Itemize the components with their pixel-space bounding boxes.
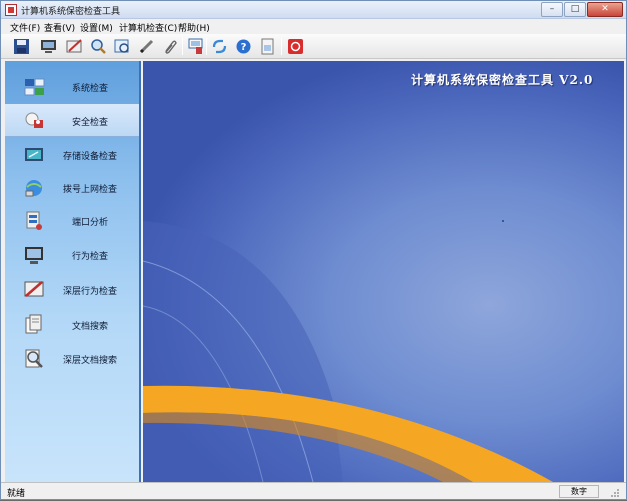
sidebar-item-label: 系统检查 <box>71 84 108 94</box>
title-bar: 计算机系统保密检查工具 – □ ✕ <box>1 1 626 19</box>
edit-icon[interactable] <box>65 37 84 56</box>
sidebar-item-label: 拨号上网检查 <box>62 185 117 195</box>
sidebar-item-label: 深层行为检查 <box>62 287 117 297</box>
toolbar-separator <box>206 38 207 55</box>
menu-file[interactable]: 文件(F) <box>10 21 40 34</box>
menu-help[interactable]: 帮助(H) <box>178 21 210 34</box>
document-icon[interactable] <box>258 37 277 56</box>
svg-text:?: ? <box>241 42 247 53</box>
deep-document-search-icon <box>23 348 45 370</box>
menu-view[interactable]: 查看(V) <box>44 21 75 34</box>
deep-behavior-icon <box>23 279 45 301</box>
sidebar-item-storage-check[interactable]: 存储设备检查 <box>5 138 139 171</box>
app-icon <box>5 4 17 16</box>
sidebar-item-behavior-check[interactable]: 行为检查 <box>5 238 139 271</box>
sidebar-item-label: 端口分析 <box>71 218 108 228</box>
menu-computer-check[interactable]: 计算机检查(C) <box>119 21 177 34</box>
close-button[interactable]: ✕ <box>587 2 623 17</box>
sidebar-item-label: 安全检查 <box>71 118 108 128</box>
banner-artwork <box>143 220 553 482</box>
main-banner-panel: 计算机系统保密检查工具 V2.0 <box>143 61 624 482</box>
storage-device-icon <box>23 144 45 166</box>
menu-bar: 文件(F) 查看(V) 设置(M) 计算机检查(C) 帮助(H) <box>1 19 626 34</box>
sidebar-item-deep-behavior-check[interactable]: 深层行为检查 <box>5 273 139 306</box>
status-bar: 就绪 数字 <box>1 482 626 499</box>
sidebar-item-label: 行为检查 <box>71 252 108 262</box>
sidebar-item-security-check[interactable]: 安全检查 <box>5 104 139 137</box>
view-icon[interactable] <box>113 37 132 56</box>
maximize-button[interactable]: □ <box>564 2 586 17</box>
resize-grip-icon[interactable] <box>605 485 621 498</box>
monitor-icon[interactable] <box>39 37 58 56</box>
print-icon[interactable] <box>186 37 205 56</box>
sidebar-nav: 系统检查 安全检查 存储设备检查 拨号上网检查 端口分析 行为检查 深层行为检查 <box>5 61 141 482</box>
pen-icon[interactable] <box>137 37 156 56</box>
paperclip-icon[interactable] <box>160 37 179 56</box>
toolbar: ? <box>1 34 626 59</box>
help-icon[interactable]: ? <box>234 37 253 56</box>
app-window: 计算机系统保密检查工具 – □ ✕ 文件(F) 查看(V) 设置(M) 计算机检… <box>0 0 627 500</box>
dialup-network-icon <box>23 177 45 199</box>
port-analysis-icon <box>23 210 45 232</box>
sidebar-item-document-search[interactable]: 文档搜索 <box>5 308 139 341</box>
sidebar-item-label: 存储设备检查 <box>62 152 117 162</box>
refresh-icon[interactable] <box>210 37 229 56</box>
window-title: 计算机系统保密检查工具 <box>21 7 121 17</box>
sidebar-item-label: 文档搜索 <box>71 322 108 332</box>
behavior-check-icon <box>23 244 45 266</box>
sidebar-item-dialup-check[interactable]: 拨号上网检查 <box>5 171 139 204</box>
security-check-icon <box>23 110 45 132</box>
brand-title: 计算机系统保密检查工具 V2.0 <box>411 73 594 87</box>
sidebar-item-system-check[interactable]: 系统检查 <box>5 70 139 103</box>
sidebar-item-deep-document-search[interactable]: 深层文档搜索 <box>5 342 139 375</box>
sidebar-item-label: 深层文档搜索 <box>62 356 117 366</box>
toolbar-separator <box>182 38 183 55</box>
minimize-button[interactable]: – <box>541 2 563 17</box>
sidebar-item-port-analysis[interactable]: 端口分析 <box>5 204 139 237</box>
system-check-icon <box>23 76 45 98</box>
num-lock-indicator: 数字 <box>559 485 599 498</box>
zoom-icon[interactable] <box>89 37 108 56</box>
status-text: 就绪 <box>7 489 26 499</box>
save-icon[interactable] <box>12 37 31 56</box>
document-search-icon <box>23 314 45 336</box>
toolbar-separator <box>281 38 282 55</box>
menu-settings[interactable]: 设置(M) <box>80 21 113 34</box>
stop-icon[interactable] <box>286 37 305 56</box>
